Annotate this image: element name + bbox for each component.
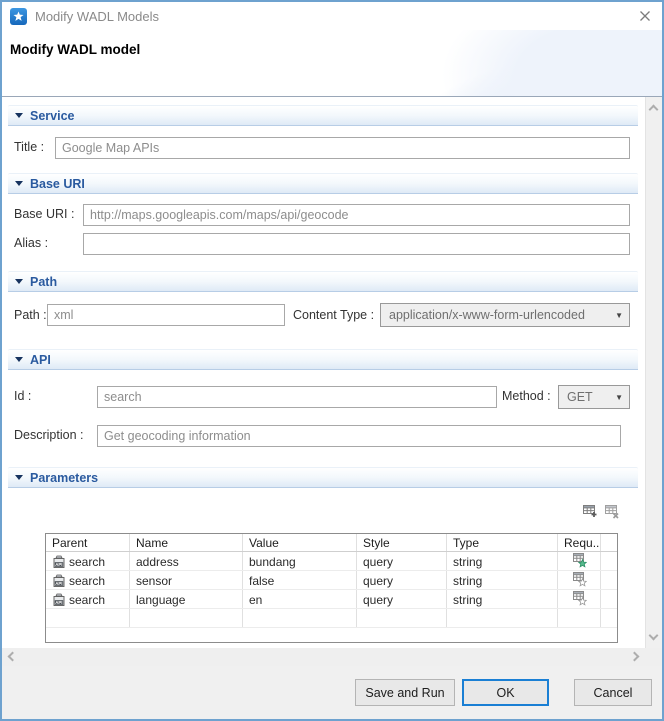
cell-spacer <box>601 571 617 589</box>
banner-swoosh-decoration-2 <box>442 30 662 97</box>
page-title: Modify WADL model <box>10 42 140 57</box>
cell-required[interactable] <box>558 571 601 589</box>
collapse-arrow-icon <box>15 475 23 480</box>
section-header-service[interactable]: Service <box>8 105 638 126</box>
section-title-service: Service <box>30 109 74 123</box>
cell-name[interactable]: language <box>130 590 243 608</box>
description-input[interactable] <box>97 425 621 447</box>
api-icon: API <box>52 593 66 607</box>
cancel-button[interactable]: Cancel <box>574 679 652 706</box>
column-header-required[interactable]: Requ... <box>558 534 601 551</box>
table-star-icon[interactable] <box>571 552 587 570</box>
section-title-path: Path <box>30 275 57 289</box>
parameters-table: Parent Name Value Style Type Requ... API… <box>45 533 618 643</box>
cell-style[interactable]: query <box>357 552 447 570</box>
column-header-style[interactable]: Style <box>357 534 447 551</box>
content-type-label: Content Type : <box>293 308 374 322</box>
column-header-parent[interactable]: Parent <box>46 534 130 551</box>
path-input[interactable] <box>47 304 285 326</box>
method-value: GET <box>567 390 593 404</box>
cell-value[interactable]: bundang <box>243 552 357 570</box>
collapse-arrow-icon <box>15 113 23 118</box>
parameter-row[interactable]: API searchaddressbundangquerystring <box>46 552 617 571</box>
section-title-api: API <box>30 353 51 367</box>
scroll-up-icon[interactable] <box>649 105 659 115</box>
cell-parent[interactable]: API search <box>46 590 130 608</box>
content-type-value: application/x-www-form-urlencoded <box>389 308 585 322</box>
chevron-down-icon: ▼ <box>615 393 623 402</box>
base-uri-label: Base URI : <box>14 207 74 221</box>
collapse-arrow-icon <box>15 181 23 186</box>
method-label: Method : <box>502 389 551 403</box>
close-icon[interactable] <box>637 8 653 24</box>
api-icon: API <box>52 555 66 569</box>
cell-parent[interactable]: API search <box>46 571 130 589</box>
api-id-input[interactable] <box>97 386 497 408</box>
cell-type[interactable]: string <box>447 571 558 589</box>
svg-text:API: API <box>55 562 62 567</box>
window-title: Modify WADL Models <box>35 9 159 24</box>
cell-value[interactable]: false <box>243 571 357 589</box>
section-title-base-uri: Base URI <box>30 177 85 191</box>
alias-input[interactable] <box>83 233 630 255</box>
service-title-input[interactable] <box>55 137 630 159</box>
section-header-parameters[interactable]: Parameters <box>8 467 638 488</box>
column-header-type[interactable]: Type <box>447 534 558 551</box>
path-label: Path : <box>14 308 47 322</box>
parameter-row[interactable]: API searchsensorfalsequerystring <box>46 571 617 590</box>
parameter-row-empty[interactable] <box>46 609 617 628</box>
cell-value[interactable]: en <box>243 590 357 608</box>
content-type-dropdown[interactable]: application/x-www-form-urlencoded ▼ <box>380 303 630 327</box>
svg-text:API: API <box>55 581 62 586</box>
cell-type[interactable]: string <box>447 590 558 608</box>
cell-spacer <box>601 590 617 608</box>
alias-label: Alias : <box>14 236 48 250</box>
scroll-down-icon[interactable] <box>649 631 659 641</box>
section-title-parameters: Parameters <box>30 471 98 485</box>
cell-required[interactable] <box>558 552 601 570</box>
cell-spacer <box>601 552 617 570</box>
description-label: Description : <box>14 428 83 442</box>
section-header-api[interactable]: API <box>8 349 638 370</box>
modify-wadl-dialog: Modify WADL Models Modify WADL model Ser… <box>0 0 664 721</box>
form-scroll-area: Service Title : Base URI Base URI : Alia… <box>2 97 662 648</box>
scroll-left-icon[interactable] <box>8 652 18 662</box>
title-label: Title : <box>14 140 44 154</box>
column-header-spacer <box>601 534 617 551</box>
horizontal-scrollbar[interactable] <box>2 648 662 666</box>
api-icon: API <box>52 574 66 588</box>
cell-parent[interactable]: API search <box>46 552 130 570</box>
table-star-icon[interactable] <box>571 590 587 608</box>
section-header-base-uri[interactable]: Base URI <box>8 173 638 194</box>
cell-required[interactable] <box>558 590 601 608</box>
title-bar: Modify WADL Models <box>2 2 662 30</box>
save-and-run-button[interactable]: Save and Run <box>355 679 455 706</box>
wadl-star-icon <box>10 8 27 25</box>
column-header-value[interactable]: Value <box>243 534 357 551</box>
ok-button[interactable]: OK <box>462 679 549 706</box>
column-header-name[interactable]: Name <box>130 534 243 551</box>
parameter-row[interactable]: API searchlanguageenquerystring <box>46 590 617 609</box>
cell-style[interactable]: query <box>357 571 447 589</box>
section-header-path[interactable]: Path <box>8 271 638 292</box>
svg-text:API: API <box>55 600 62 605</box>
cell-type[interactable]: string <box>447 552 558 570</box>
base-uri-input[interactable] <box>83 204 630 226</box>
collapse-arrow-icon <box>15 279 23 284</box>
table-star-icon[interactable] <box>571 571 587 589</box>
button-bar: Save and Run OK Cancel <box>2 666 662 719</box>
cell-name[interactable]: sensor <box>130 571 243 589</box>
table-remove-icon[interactable] <box>603 502 620 519</box>
vertical-scrollbar[interactable] <box>645 97 662 648</box>
method-dropdown[interactable]: GET ▼ <box>558 385 630 409</box>
collapse-arrow-icon <box>15 357 23 362</box>
dialog-banner: Modify WADL model <box>2 30 662 97</box>
scroll-right-icon[interactable] <box>630 652 640 662</box>
table-add-icon[interactable] <box>581 502 598 519</box>
chevron-down-icon: ▼ <box>615 311 623 320</box>
cell-name[interactable]: address <box>130 552 243 570</box>
id-label: Id : <box>14 389 31 403</box>
parameters-table-header: Parent Name Value Style Type Requ... <box>46 534 617 552</box>
cell-style[interactable]: query <box>357 590 447 608</box>
